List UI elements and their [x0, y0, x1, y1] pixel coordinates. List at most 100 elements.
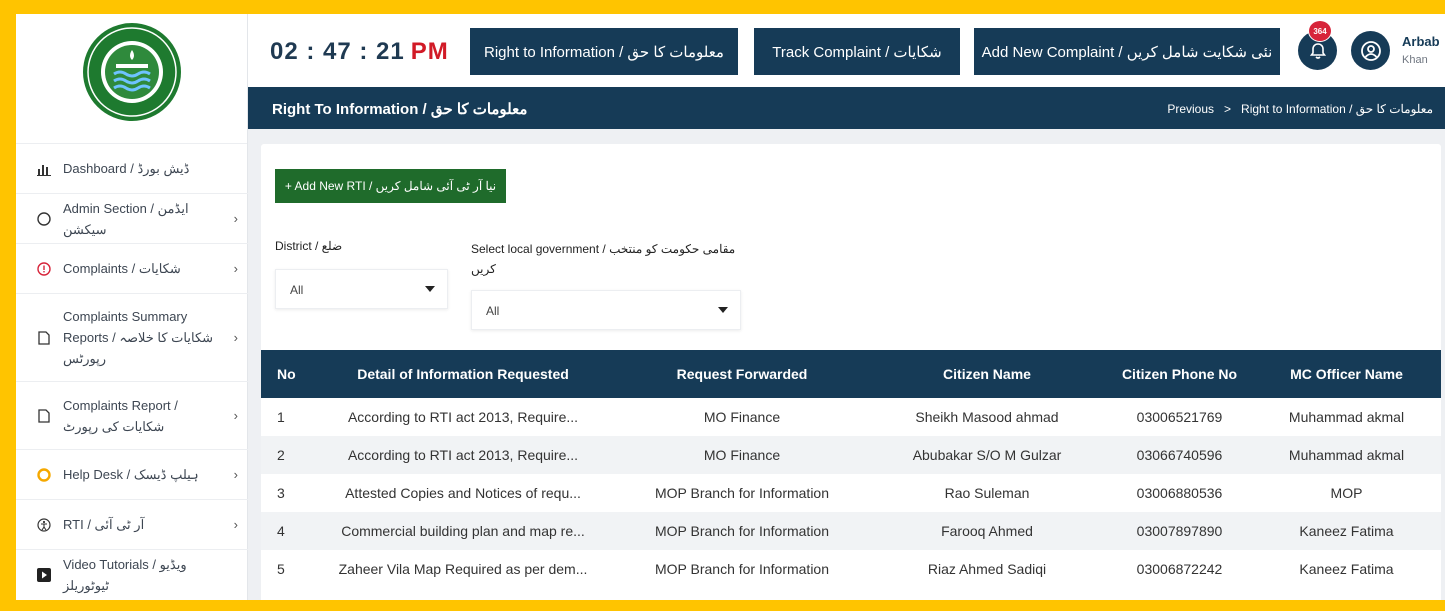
sidebar-item-label: Help Desk / ہیلپ ڈیسک — [63, 467, 199, 482]
table-row[interactable]: 5 Zaheer Vila Map Required as per dem...… — [261, 550, 1441, 588]
caret-down-icon — [718, 307, 728, 313]
clock-time: 02 : 47 : 21 — [270, 38, 405, 65]
cell-citizen-phone: 03066740596 — [1136, 447, 1223, 463]
sidebar: Dashboard / ڈیش بورڈ Admin Section / ایڈ… — [16, 14, 248, 600]
clock-ampm: PM — [410, 38, 449, 65]
file-icon — [36, 330, 52, 346]
cell-request-forwarded: MOP Branch for Information — [654, 523, 830, 539]
bar-chart-icon — [36, 161, 52, 177]
column-header-no[interactable]: No — [261, 350, 309, 398]
cell-no: 3 — [277, 485, 285, 501]
page-title-bar: Right To Information / معلومات کا حق Pre… — [248, 87, 1445, 129]
column-header-mc-officer[interactable]: MC Officer Name — [1252, 350, 1441, 398]
local-government-label: Select local government / مقامی حکومت کو… — [471, 242, 736, 276]
user-subtitle: Khan — [1402, 54, 1428, 66]
sidebar-item-complaints-report[interactable]: Complaints Report / شکایات کی رپورٹ › — [16, 382, 248, 450]
breadcrumb-current: Right to Information / معلومات کا حق — [1241, 102, 1433, 116]
top-header: 02 : 47 : 21 PM Right to Information / مع… — [248, 14, 1445, 87]
play-icon — [36, 567, 52, 583]
cell-no: 1 — [277, 409, 285, 425]
table-row[interactable]: 4 Commercial building plan and map re...… — [261, 512, 1441, 550]
cell-citizen-phone: 03007897890 — [1136, 523, 1223, 539]
table-row[interactable]: 2 According to RTI act 2013, Require... … — [261, 436, 1441, 474]
sidebar-item-label: Complaints Report / شکایات کی رپورٹ — [63, 397, 178, 434]
sidebar-item-label: Complaints Summary Reports / شکایات کا خ… — [63, 309, 214, 366]
bell-icon — [1309, 42, 1326, 59]
rti-card: + Add New RTI / نیا آر ٹی آئی شامل کریں … — [261, 144, 1441, 600]
cell-mc-officer: Kaneez Fatima — [1299, 523, 1394, 539]
cell-mc-officer: Muhammad akmal — [1288, 447, 1405, 463]
cell-citizen-phone: 03006880536 — [1136, 485, 1223, 501]
logo-area — [16, 14, 247, 144]
cell-mc-officer: Muhammad akmal — [1288, 409, 1405, 425]
chevron-right-icon: › — [233, 330, 238, 345]
column-header-detail[interactable]: Detail of Information Requested — [309, 350, 617, 398]
sidebar-item-rti[interactable]: RTI / آر ٹی آئی › — [16, 500, 248, 550]
cell-mc-officer: MOP — [1330, 485, 1363, 501]
cell-request-forwarded: MO Finance — [703, 447, 781, 463]
district-label: District / ضلع — [275, 239, 343, 253]
sidebar-item-complaints[interactable]: Complaints / شکایات › — [16, 244, 248, 294]
cell-detail: According to RTI act 2013, Require... — [347, 447, 579, 463]
cell-request-forwarded: MOP Branch for Information — [654, 485, 830, 501]
rti-table: No Detail of Information Requested Reque… — [261, 350, 1441, 588]
breadcrumb-separator: > — [1224, 102, 1232, 116]
sidebar-item-complaints-summary-reports[interactable]: Complaints Summary Reports / شکایات کا خ… — [16, 294, 248, 382]
chevron-right-icon: › — [233, 517, 238, 532]
sidebar-item-help-desk[interactable]: Help Desk / ہیلپ ڈیسک › — [16, 450, 248, 500]
sidebar-item-label: Admin Section / ایڈمن سیکشن — [63, 200, 189, 237]
cell-citizen-name: Rao Suleman — [944, 485, 1030, 501]
cell-request-forwarded: MOP Branch for Information — [654, 561, 830, 577]
caret-down-icon — [425, 286, 435, 292]
sidebar-item-label: RTI / آر ٹی آئی — [63, 517, 145, 532]
sidebar-item-admin-section[interactable]: Admin Section / ایڈمن سیکشن › — [16, 194, 248, 244]
district-select[interactable]: All — [275, 269, 448, 309]
cell-citizen-phone: 03006521769 — [1136, 409, 1223, 425]
right-to-information-button[interactable]: Right to Information / معلومات کا حق — [470, 28, 738, 75]
sidebar-item-video-tutorials[interactable]: Video Tutorials / ویڈیو ٹیوٹوریلز — [16, 550, 248, 600]
cell-request-forwarded: MO Finance — [703, 409, 781, 425]
local-government-select[interactable]: All — [471, 290, 741, 330]
table-row[interactable]: 1 According to RTI act 2013, Require... … — [261, 398, 1441, 436]
chevron-right-icon: › — [233, 467, 238, 482]
page-title: Right To Information / معلومات کا حق — [272, 101, 528, 118]
file-icon — [36, 408, 52, 424]
district-select-value: All — [290, 283, 304, 297]
punjab-logo[interactable] — [80, 20, 184, 124]
track-complaint-button[interactable]: Track Complaint / شکایات — [754, 28, 960, 75]
cell-mc-officer: Kaneez Fatima — [1299, 561, 1394, 577]
table-row[interactable]: 3 Attested Copies and Notices of requ...… — [261, 474, 1441, 512]
sidebar-item-label: Dashboard / ڈیش بورڈ — [63, 161, 190, 176]
sidebar-item-label: Video Tutorials / ویڈیو ٹیوٹوریلز — [63, 557, 187, 593]
sidebar-item-label: Complaints / شکایات — [63, 261, 181, 276]
cell-citizen-name: Abubakar S/O M Gulzar — [912, 447, 1062, 463]
cell-no: 4 — [277, 523, 285, 539]
circle-icon — [36, 211, 52, 227]
clock: 02 : 47 : 21 PM — [270, 38, 449, 66]
add-new-complaint-button[interactable]: Add New Complaint / نئی شکایت شامل کریں — [974, 28, 1280, 75]
cell-citizen-phone: 03006872242 — [1136, 561, 1223, 577]
cell-detail: According to RTI act 2013, Require... — [347, 409, 579, 425]
chevron-right-icon: › — [233, 408, 238, 423]
help-circle-icon — [36, 467, 52, 483]
table-header: No Detail of Information Requested Reque… — [261, 350, 1441, 398]
cell-detail: Zaheer Vila Map Required as per dem... — [338, 561, 588, 577]
column-header-citizen-name[interactable]: Citizen Name — [867, 350, 1107, 398]
chevron-right-icon: › — [233, 261, 238, 276]
breadcrumb-previous-link[interactable]: Previous — [1167, 102, 1214, 116]
local-government-select-value: All — [486, 304, 500, 318]
cell-detail: Commercial building plan and map re... — [341, 523, 585, 539]
cell-citizen-name: Farooq Ahmed — [941, 523, 1033, 539]
cell-citizen-name: Sheikh Masood ahmad — [915, 409, 1059, 425]
cell-detail: Attested Copies and Notices of requ... — [345, 485, 581, 501]
add-new-rti-button[interactable]: + Add New RTI / نیا آر ٹی آئی شامل کریں — [275, 169, 506, 203]
sidebar-item-dashboard[interactable]: Dashboard / ڈیش بورڈ — [16, 144, 248, 194]
main-content: + Add New RTI / نیا آر ٹی آئی شامل کریں … — [248, 129, 1445, 600]
column-header-citizen-phone[interactable]: Citizen Phone No — [1107, 350, 1252, 398]
notification-count-badge: 364 — [1308, 20, 1332, 42]
user-avatar[interactable] — [1351, 31, 1390, 70]
cell-no: 2 — [277, 447, 285, 463]
column-header-request-forwarded[interactable]: Request Forwarded — [617, 350, 867, 398]
info-circle-icon — [36, 261, 52, 277]
app-window: Dashboard / ڈیش بورڈ Admin Section / ایڈ… — [16, 14, 1445, 600]
